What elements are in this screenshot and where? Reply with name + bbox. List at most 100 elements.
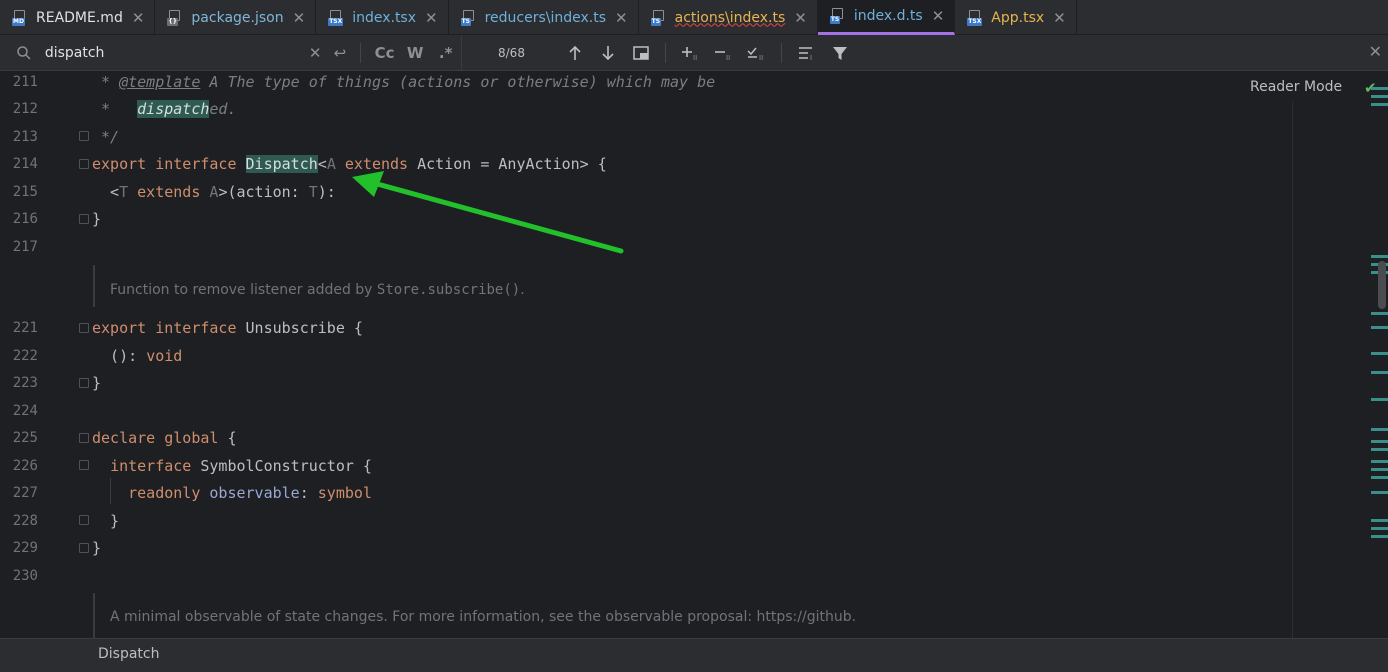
remove-occurrence-icon[interactable]: II <box>707 40 740 66</box>
line-number: 226 <box>12 458 38 474</box>
ts-file-icon: TS <box>650 9 667 26</box>
fold-marker-icon[interactable] <box>79 323 89 333</box>
occurrence-marker[interactable] <box>1371 476 1388 479</box>
fold-marker-icon[interactable] <box>79 378 89 388</box>
fold-marker-icon[interactable] <box>79 159 89 169</box>
tab-actions-index[interactable]: TS actions\index.ts ✕ <box>639 0 818 35</box>
svg-text:II: II <box>759 54 763 61</box>
fold-marker-icon[interactable] <box>79 131 89 141</box>
occurrence-marker[interactable] <box>1371 352 1388 355</box>
fold-marker-icon[interactable] <box>79 214 89 224</box>
line-number: 216 <box>12 211 38 227</box>
code-line: } <box>92 374 102 392</box>
occurrence-marker[interactable] <box>1371 312 1388 315</box>
occurrence-marker[interactable] <box>1371 448 1388 451</box>
fold-marker-icon[interactable] <box>79 460 89 470</box>
reader-mode-button[interactable]: Reader Mode <box>1250 79 1342 95</box>
editor-tab-bar: MD README.md ✕ {} package.json ✕ TSX ind… <box>0 0 1388 35</box>
occurrence-marker[interactable] <box>1371 460 1388 463</box>
tab-label: reducers\index.ts <box>484 9 607 26</box>
tab-label: index.d.ts <box>853 8 923 24</box>
close-tab-icon[interactable]: ✕ <box>1053 9 1066 27</box>
close-tab-icon[interactable]: ✕ <box>932 7 945 25</box>
line-number: 217 <box>12 239 38 255</box>
occurrence-marker[interactable] <box>1371 535 1388 538</box>
divider <box>781 42 782 63</box>
line-number: 221 <box>12 320 38 336</box>
occurrence-marker[interactable] <box>1371 87 1388 90</box>
code-line: */ <box>92 128 120 146</box>
tab-index-d-ts[interactable]: TS index.d.ts ✕ <box>817 0 956 35</box>
tsx-file-icon: TSX <box>967 9 983 26</box>
clear-search-icon[interactable]: ✕ <box>303 40 328 66</box>
find-input-area: ✕ ↩ Cc W .* <box>0 34 462 71</box>
close-tab-icon[interactable]: ✕ <box>615 9 628 27</box>
ts-file-icon: TS <box>829 8 846 24</box>
occurrence-marker[interactable] <box>1371 371 1388 374</box>
code-line: } <box>92 539 102 557</box>
rendered-doc-comment: Function to remove listener added by Sto… <box>93 265 525 307</box>
new-line-icon[interactable]: ↩ <box>328 40 353 66</box>
search-input[interactable] <box>44 44 303 61</box>
line-number: 228 <box>12 513 38 529</box>
occurrence-marker[interactable] <box>1371 255 1388 258</box>
code-line: export interface Unsubscribe { <box>92 319 363 337</box>
tab-readme[interactable]: MD README.md ✕ <box>0 0 156 35</box>
line-number: 229 <box>12 540 38 556</box>
close-tab-icon[interactable]: ✕ <box>794 9 807 27</box>
whole-words-toggle[interactable]: W <box>400 44 431 62</box>
tab-app-tsx[interactable]: TSX App.tsx ✕ <box>955 0 1077 35</box>
code-line: (): void <box>92 347 183 365</box>
search-icon[interactable] <box>12 40 37 66</box>
open-in-window-icon[interactable] <box>624 40 657 66</box>
divider <box>1292 101 1293 638</box>
occurrence-marker[interactable] <box>1371 491 1388 494</box>
occurrence-marker[interactable] <box>1371 428 1388 431</box>
previous-occurrence-icon[interactable] <box>558 40 591 66</box>
breadcrumb-bar: Dispatch <box>0 638 1388 672</box>
select-all-occurrences-icon[interactable]: II <box>740 40 773 66</box>
close-tab-icon[interactable]: ✕ <box>132 9 145 27</box>
svg-text:I: I <box>810 54 812 61</box>
fold-marker-icon[interactable] <box>79 515 89 525</box>
divider <box>665 42 666 63</box>
filter-search-results-icon[interactable]: I <box>790 40 823 66</box>
rendered-doc-comment: A minimal observable of state changes. F… <box>93 593 856 638</box>
close-tab-icon[interactable]: ✕ <box>425 9 438 27</box>
tab-package-json[interactable]: {} package.json ✕ <box>155 0 317 35</box>
line-number: 224 <box>12 403 38 419</box>
tab-label: App.tsx <box>991 9 1045 26</box>
search-match-highlight: dispatch <box>137 100 210 118</box>
next-occurrence-icon[interactable] <box>591 40 624 66</box>
close-find-icon[interactable]: ✕ <box>1369 42 1382 61</box>
occurrence-marker[interactable] <box>1371 519 1388 522</box>
search-match-highlight: Dispatch <box>245 155 318 173</box>
line-number: 230 <box>12 568 38 584</box>
line-number: 227 <box>12 485 38 501</box>
occurrence-marker[interactable] <box>1371 398 1388 401</box>
occurrence-marker[interactable] <box>1371 103 1388 106</box>
close-tab-icon[interactable]: ✕ <box>293 9 306 27</box>
occurrence-marker[interactable] <box>1371 440 1388 443</box>
line-number: 214 <box>12 156 38 172</box>
code-line: * dispatched. <box>92 100 237 118</box>
occurrence-marker[interactable] <box>1371 468 1388 471</box>
scrollbar-thumb[interactable] <box>1378 261 1386 309</box>
find-bar: ✕ ↩ Cc W .* 8/68 II II II I ✕ <box>0 34 1388 71</box>
code-editor[interactable]: 211 212 213 214 215 216 217 221 222 223 … <box>0 71 1388 638</box>
ts-file-icon: TS <box>460 9 477 26</box>
add-occurrence-icon[interactable]: II <box>674 40 707 66</box>
tsx-file-icon: TSX <box>328 9 344 26</box>
breadcrumb[interactable]: Dispatch <box>98 646 160 662</box>
fold-marker-icon[interactable] <box>79 543 89 553</box>
occurrence-marker[interactable] <box>1371 527 1388 530</box>
fold-marker-icon[interactable] <box>79 433 89 443</box>
tab-index-tsx[interactable]: TSX index.tsx ✕ <box>316 0 449 35</box>
tab-reducers-index[interactable]: TS reducers\index.ts ✕ <box>449 0 639 35</box>
regex-toggle[interactable]: .* <box>430 44 461 62</box>
filter-icon[interactable] <box>823 40 856 66</box>
match-case-toggle[interactable]: Cc <box>369 44 400 62</box>
occurrence-marker[interactable] <box>1371 95 1388 98</box>
tab-label: index.tsx <box>352 9 417 26</box>
occurrence-marker[interactable] <box>1371 326 1388 329</box>
